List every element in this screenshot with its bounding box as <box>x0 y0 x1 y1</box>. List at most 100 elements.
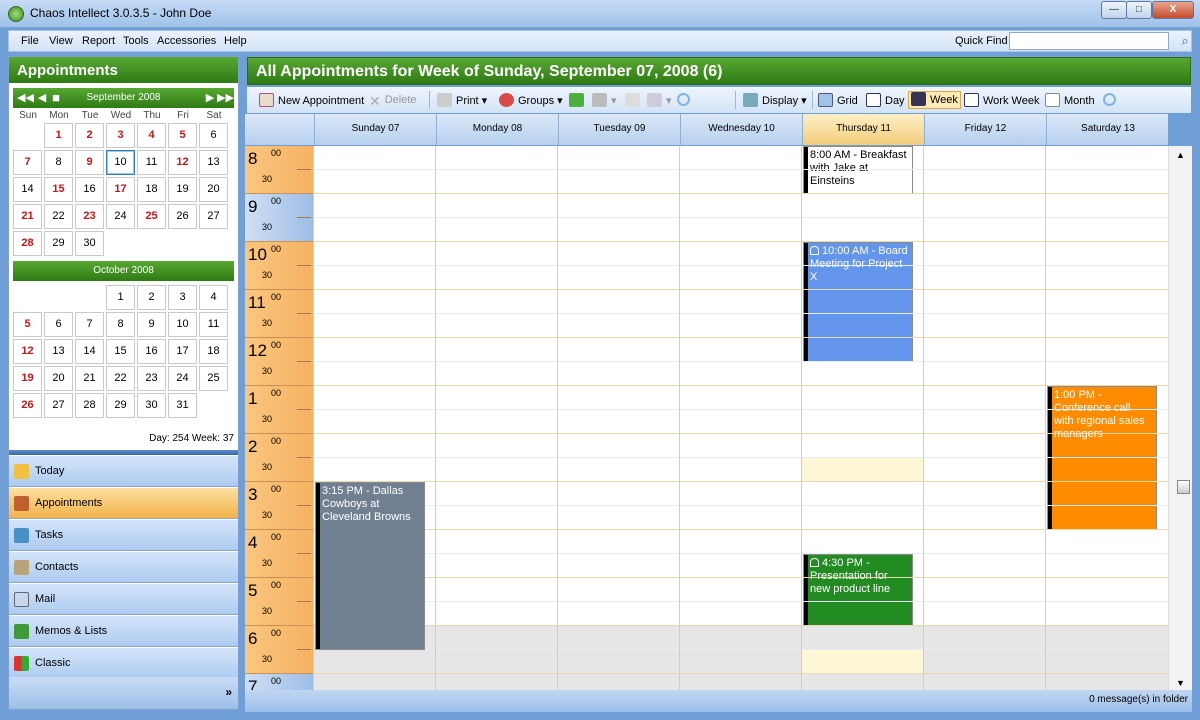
calendar-day[interactable]: 16 <box>75 177 104 202</box>
time-slot[interactable] <box>802 482 923 506</box>
time-slot[interactable] <box>314 194 435 218</box>
calendar-day[interactable]: 26 <box>168 204 197 229</box>
calendar-day[interactable]: 25 <box>199 366 228 391</box>
calendar-day[interactable]: 3 <box>106 123 135 148</box>
time-slot[interactable] <box>558 458 679 482</box>
time-slot[interactable] <box>436 170 557 194</box>
time-slot[interactable] <box>314 386 435 410</box>
work-week-view-button[interactable]: Work Week <box>964 93 1039 107</box>
time-slot[interactable] <box>802 170 923 194</box>
time-slot[interactable] <box>436 338 557 362</box>
time-slot[interactable] <box>680 338 801 362</box>
calendar-day[interactable]: 11 <box>199 312 228 337</box>
calendar-day[interactable]: 8 <box>106 312 135 337</box>
time-slot[interactable] <box>802 242 923 266</box>
time-slot[interactable] <box>680 626 801 650</box>
calendar-day[interactable]: 26 <box>13 393 42 418</box>
time-slot[interactable] <box>436 266 557 290</box>
calendar-day[interactable]: 15 <box>106 339 135 364</box>
calendar-day[interactable]: 1 <box>106 285 135 310</box>
move-button[interactable]: ▾ <box>592 93 617 107</box>
time-slot[interactable] <box>558 410 679 434</box>
refresh-button[interactable] <box>677 93 694 106</box>
time-slot[interactable] <box>558 554 679 578</box>
minimize-button[interactable]: — <box>1101 1 1127 19</box>
calendar-day[interactable]: 11 <box>137 150 166 175</box>
time-slot[interactable] <box>802 338 923 362</box>
next-month-icon[interactable]: ▶ <box>203 91 217 105</box>
calendar-day[interactable]: 5 <box>168 123 197 148</box>
time-slot[interactable] <box>314 650 435 674</box>
calendar-day[interactable]: 25 <box>137 204 166 229</box>
time-slot[interactable] <box>924 506 1045 530</box>
time-slot[interactable] <box>436 218 557 242</box>
calendar-day[interactable]: 23 <box>75 204 104 229</box>
calendar-day[interactable]: 3 <box>168 285 197 310</box>
close-button[interactable]: X <box>1152 1 1194 19</box>
calendar-day[interactable]: 4 <box>137 123 166 148</box>
time-slot[interactable] <box>558 146 679 170</box>
nav-contacts[interactable]: Contacts <box>9 552 238 583</box>
calendar-day[interactable]: 30 <box>137 393 166 418</box>
time-slot[interactable] <box>1046 386 1168 410</box>
month-view-button[interactable]: Month <box>1045 93 1095 107</box>
day-column[interactable] <box>1045 146 1168 690</box>
time-slot[interactable] <box>558 578 679 602</box>
time-slot[interactable] <box>1046 626 1168 650</box>
time-slot[interactable] <box>680 218 801 242</box>
time-slot[interactable] <box>436 578 557 602</box>
time-slot[interactable] <box>558 482 679 506</box>
time-slot[interactable] <box>314 674 435 690</box>
menu-tools[interactable]: Tools <box>123 35 149 47</box>
time-slot[interactable] <box>680 554 801 578</box>
time-slot[interactable] <box>436 434 557 458</box>
time-slot[interactable] <box>436 602 557 626</box>
time-slot[interactable] <box>924 362 1045 386</box>
calendar-day[interactable]: 19 <box>13 366 42 391</box>
time-slot[interactable] <box>1046 674 1168 690</box>
time-slot[interactable] <box>314 218 435 242</box>
time-slot[interactable] <box>802 602 923 626</box>
appointment[interactable]: 3:15 PM - Dallas Cowboys at Cleveland Br… <box>315 482 425 650</box>
time-slot[interactable] <box>558 650 679 674</box>
time-slot[interactable] <box>1046 290 1168 314</box>
time-slot[interactable] <box>1046 602 1168 626</box>
time-slot[interactable] <box>436 410 557 434</box>
time-slot[interactable] <box>924 554 1045 578</box>
time-slot[interactable] <box>802 386 923 410</box>
time-slot[interactable] <box>802 194 923 218</box>
time-slot[interactable] <box>436 482 557 506</box>
time-slot[interactable] <box>924 458 1045 482</box>
time-slot[interactable] <box>802 434 923 458</box>
day-header[interactable]: Monday 08 <box>436 114 558 145</box>
time-slot[interactable] <box>558 266 679 290</box>
time-slot[interactable] <box>802 578 923 602</box>
time-slot[interactable] <box>1046 458 1168 482</box>
time-slot[interactable] <box>802 290 923 314</box>
time-slot[interactable] <box>436 242 557 266</box>
pane-splitter[interactable] <box>9 450 238 455</box>
time-slot[interactable] <box>436 362 557 386</box>
time-slot[interactable] <box>436 650 557 674</box>
day-column[interactable]: 8:00 AM - Breakfast with Jake at Einstei… <box>557 146 913 690</box>
time-slot[interactable] <box>314 362 435 386</box>
scroll-down-icon[interactable]: ▼ <box>1176 678 1185 688</box>
calendar-day[interactable]: 28 <box>13 231 42 256</box>
week-view-button[interactable]: Week <box>908 91 961 109</box>
time-slot[interactable] <box>924 578 1045 602</box>
time-slot[interactable] <box>436 626 557 650</box>
time-slot[interactable] <box>558 386 679 410</box>
time-slot[interactable] <box>802 266 923 290</box>
groups-button[interactable]: Groups ▾ <box>499 93 563 107</box>
time-slot[interactable] <box>314 458 435 482</box>
time-slot[interactable] <box>680 194 801 218</box>
day-column[interactable]: 11:00 AM - Meeting with Clark, Will - Ba… <box>923 146 1045 690</box>
time-slot[interactable] <box>680 362 801 386</box>
time-slot[interactable] <box>314 338 435 362</box>
time-slot[interactable] <box>436 530 557 554</box>
time-slot[interactable] <box>802 362 923 386</box>
time-slot[interactable] <box>558 626 679 650</box>
grid-view-button[interactable]: Grid <box>818 93 858 107</box>
time-slot[interactable] <box>802 146 923 170</box>
time-slot[interactable] <box>436 314 557 338</box>
